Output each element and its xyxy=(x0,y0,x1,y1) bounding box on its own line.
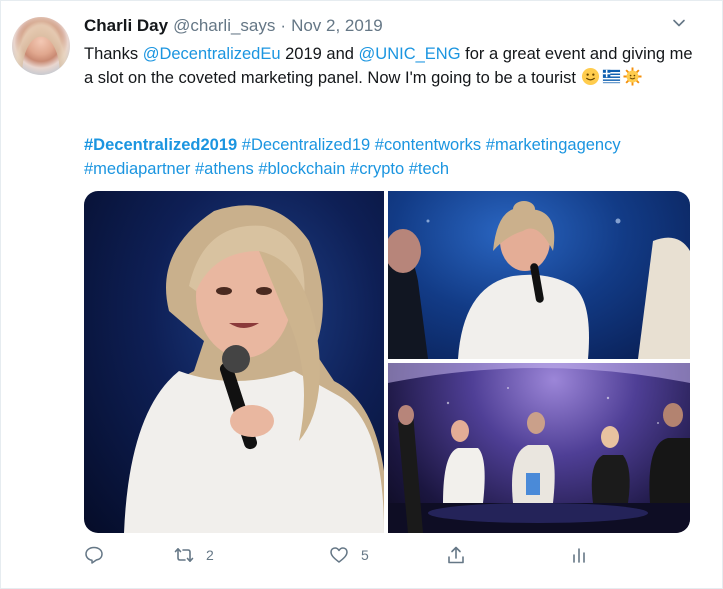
like-count: 5 xyxy=(361,547,369,563)
tweet-date[interactable]: Nov 2, 2019 xyxy=(291,16,383,36)
retweet-button[interactable]: 2 xyxy=(174,541,214,569)
hashtag-link[interactable]: #crypto xyxy=(350,160,404,178)
mention-decentralizedeu[interactable]: @DecentralizedEu xyxy=(143,45,281,63)
chevron-down-icon[interactable] xyxy=(671,15,687,31)
retweet-icon xyxy=(174,548,194,562)
greece-flag-icon xyxy=(602,69,620,84)
text-thanks: Thanks xyxy=(84,45,143,63)
sun-with-face-icon xyxy=(623,67,642,86)
hashtag-link[interactable]: #Decentralized2019 xyxy=(84,136,237,154)
header-separator: · xyxy=(280,16,287,35)
hashtag-link[interactable]: #blockchain xyxy=(258,160,345,178)
share-icon xyxy=(448,546,464,564)
tweet-header: Charli Day @charli_says · Nov 2, 2019 xyxy=(84,13,383,39)
panel-stage-photo[interactable] xyxy=(388,363,690,533)
hashtag-link[interactable]: #athens xyxy=(195,160,254,178)
hashtag-link[interactable]: #mediapartner xyxy=(84,160,190,178)
reply-button[interactable] xyxy=(84,541,104,569)
hashtag-link[interactable]: #Decentralized19 xyxy=(242,136,370,154)
heart-icon xyxy=(330,547,348,563)
like-button[interactable]: 5 xyxy=(329,541,369,569)
reply-icon xyxy=(85,546,103,564)
share-button[interactable] xyxy=(446,541,466,569)
hashtag-list: #Decentralized2019 #Decentralized19 #con… xyxy=(84,133,694,181)
text-mid: 2019 and xyxy=(280,45,359,63)
mention-unic-eng[interactable]: @UNIC_ENG xyxy=(359,45,461,63)
analytics-button[interactable] xyxy=(569,541,589,569)
tweet-actions: 2 5 xyxy=(84,541,604,571)
analytics-icon xyxy=(573,548,585,563)
speaker-panel-photo[interactable] xyxy=(388,191,690,359)
hashtag-link[interactable]: #marketingagency xyxy=(486,136,621,154)
hashtag-link[interactable]: #contentworks xyxy=(375,136,481,154)
author-name[interactable]: Charli Day xyxy=(84,16,168,36)
author-avatar[interactable] xyxy=(12,17,70,75)
author-handle[interactable]: @charli_says xyxy=(173,16,275,36)
slightly-smiling-face-icon xyxy=(581,67,599,86)
media-grid xyxy=(84,191,690,533)
retweet-count: 2 xyxy=(206,547,214,563)
tweet-text: Thanks @DecentralizedEu 2019 and @UNIC_E… xyxy=(84,42,694,90)
speaker-closeup-photo[interactable] xyxy=(84,191,384,533)
tweet-card[interactable]: Charli Day @charli_says · Nov 2, 2019 Th… xyxy=(0,0,723,589)
hashtag-link[interactable]: #tech xyxy=(409,160,449,178)
